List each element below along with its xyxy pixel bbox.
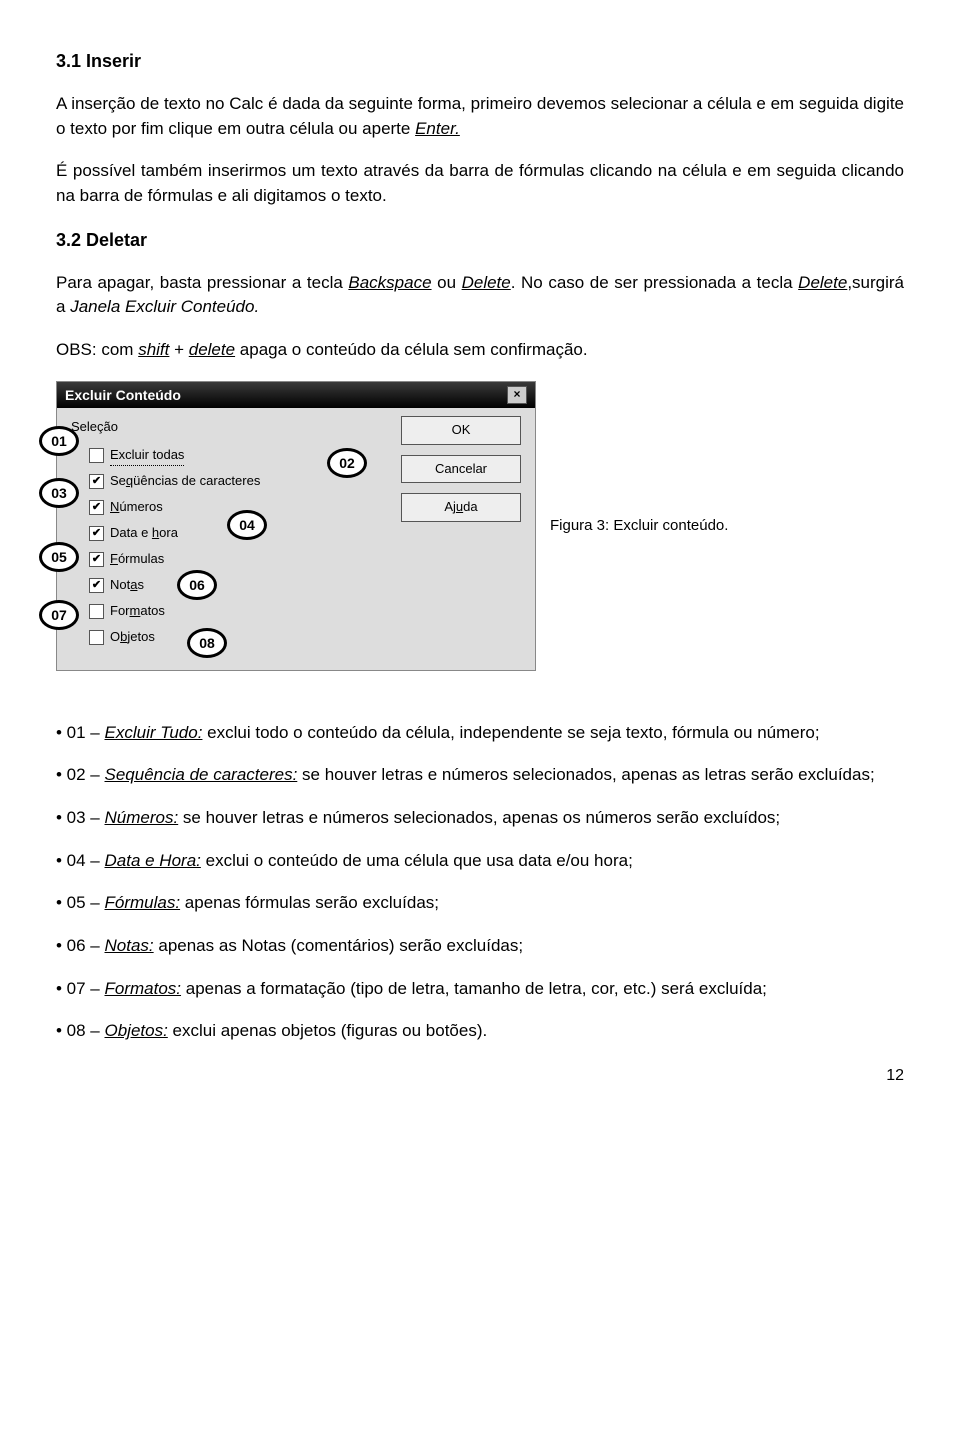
badge-08: 08 bbox=[187, 628, 227, 658]
opt-objetos[interactable]: Objetos bbox=[89, 625, 523, 651]
badge-06: 06 bbox=[177, 570, 217, 600]
bullet-list: • 01 – Excluir Tudo: exclui todo o conte… bbox=[56, 721, 904, 1044]
text: A inserção de texto no Calc é dada da se… bbox=[56, 94, 904, 138]
page-number: 12 bbox=[56, 1064, 904, 1087]
badge-03: 03 bbox=[39, 478, 79, 508]
delete-key: Delete bbox=[462, 273, 511, 292]
text: + bbox=[169, 340, 188, 359]
opt-data-hora[interactable]: Data e hora bbox=[89, 521, 523, 547]
shift-key: shift bbox=[138, 340, 169, 359]
checkbox-icon[interactable] bbox=[89, 604, 104, 619]
cancel-button[interactable]: Cancelar bbox=[401, 455, 521, 484]
checkbox-icon[interactable] bbox=[89, 578, 104, 593]
bullet-01: • 01 – Excluir Tudo: exclui todo o conte… bbox=[56, 721, 904, 746]
label: Data e hora bbox=[110, 524, 178, 543]
checkbox-icon[interactable] bbox=[89, 500, 104, 515]
text: ou bbox=[432, 273, 462, 292]
badge-02: 02 bbox=[327, 448, 367, 478]
label: Seqüências de caracteres bbox=[110, 472, 260, 491]
text: Para apagar, basta pressionar a tecla bbox=[56, 273, 348, 292]
checkbox-icon[interactable] bbox=[89, 630, 104, 645]
figure-caption: Figura 3: Excluir conteúdo. bbox=[550, 515, 728, 537]
label: Números bbox=[110, 498, 163, 517]
badge-04: 04 bbox=[227, 510, 267, 540]
text: . No caso de ser pressionada a tecla bbox=[511, 273, 798, 292]
window-name: Janela Excluir Conteúdo. bbox=[70, 297, 259, 316]
opt-notas[interactable]: Notas bbox=[89, 573, 523, 599]
text: OBS: com bbox=[56, 340, 138, 359]
bullet-05: • 05 – Fórmulas: apenas fórmulas serão e… bbox=[56, 891, 904, 916]
help-button[interactable]: Ajuda bbox=[401, 493, 521, 522]
delete-key-2: Delete bbox=[798, 273, 847, 292]
heading-3-2: 3.2 Deletar bbox=[56, 227, 904, 253]
para-3-2-a: Para apagar, basta pressionar a tecla Ba… bbox=[56, 271, 904, 320]
bullet-03: • 03 – Números: se houver letras e númer… bbox=[56, 806, 904, 831]
dialog-title-text: Excluir Conteúdo bbox=[65, 385, 181, 405]
bullet-08: • 08 – Objetos: exclui apenas objetos (f… bbox=[56, 1019, 904, 1044]
backspace-key: Backspace bbox=[348, 273, 431, 292]
bullet-07: • 07 – Formatos: apenas a formatação (ti… bbox=[56, 977, 904, 1002]
badge-05: 05 bbox=[39, 542, 79, 572]
heading-3-1: 3.1 Inserir bbox=[56, 48, 904, 74]
checkbox-icon[interactable] bbox=[89, 552, 104, 567]
checkbox-icon[interactable] bbox=[89, 448, 104, 463]
badge-01: 01 bbox=[39, 426, 79, 456]
opt-formulas[interactable]: Fórmulas bbox=[89, 547, 523, 573]
close-icon[interactable]: × bbox=[507, 386, 527, 404]
dialog-titlebar: Excluir Conteúdo × bbox=[57, 382, 535, 408]
badge-07: 07 bbox=[39, 600, 79, 630]
checkbox-icon[interactable] bbox=[89, 526, 104, 541]
para-obs: OBS: com shift + delete apaga o conteúdo… bbox=[56, 338, 904, 363]
label: Fórmulas bbox=[110, 550, 164, 569]
para-3-1-a: A inserção de texto no Calc é dada da se… bbox=[56, 92, 904, 141]
excluir-conteudo-dialog: Excluir Conteúdo × Seleção Excluir todas… bbox=[56, 381, 536, 671]
bullet-04: • 04 – Data e Hora: exclui o conteúdo de… bbox=[56, 849, 904, 874]
delete-key-3: delete bbox=[189, 340, 235, 359]
label: Notas bbox=[110, 576, 144, 595]
checkbox-icon[interactable] bbox=[89, 474, 104, 489]
enter-key: Enter. bbox=[415, 119, 460, 138]
opt-formatos[interactable]: Formatos bbox=[89, 599, 523, 625]
bullet-02: • 02 – Sequência de caracteres: se houve… bbox=[56, 763, 904, 788]
label: Formatos bbox=[110, 602, 165, 621]
label: Excluir todas bbox=[110, 446, 184, 466]
text: apaga o conteúdo da célula sem confirmaç… bbox=[235, 340, 588, 359]
figure-3: Excluir Conteúdo × Seleção Excluir todas… bbox=[56, 381, 904, 671]
label: Objetos bbox=[110, 628, 155, 647]
ok-button[interactable]: OK bbox=[401, 416, 521, 445]
bullet-06: • 06 – Notas: apenas as Notas (comentári… bbox=[56, 934, 904, 959]
para-3-1-b: É possível também inserirmos um texto at… bbox=[56, 159, 904, 208]
